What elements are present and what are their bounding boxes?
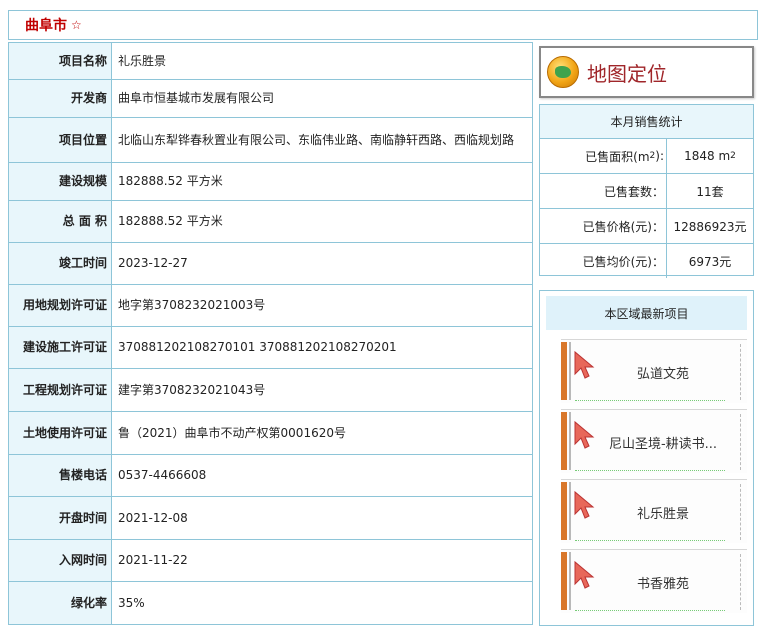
decor-edge — [740, 484, 747, 540]
row-value: 北临山东犁铧春秋置业有限公司、东临伟业路、南临静轩西路、西临规划路 — [111, 117, 533, 163]
monthly-sales-panel: 本月销售统计 已售面积(m 2): 1848 m2 已售套数： 11套 已售价格(… — [539, 104, 754, 278]
row-label: 用地规划许可证 — [8, 284, 112, 327]
city-title[interactable]: 曲阜市 — [25, 15, 67, 35]
row-value: 35% — [111, 581, 533, 625]
globe-icon — [547, 56, 579, 88]
sales-row-area: 已售面积(m 2): 1848 m2 — [540, 139, 753, 174]
row-value: 182888.52 平方米 — [111, 162, 533, 201]
decor-dots — [575, 398, 725, 401]
table-row: 入网时间 2021-11-22 — [8, 539, 533, 582]
latest-project-item[interactable]: 弘道文苑 — [561, 339, 747, 403]
decor-bar — [569, 342, 571, 400]
project-info-table: 项目名称 礼乐胜景 开发商 曲阜市恒基城市发展有限公司 项目位置 北临山东犁铧春… — [8, 42, 533, 625]
decor-edge — [740, 414, 747, 470]
latest-project-name: 尼山圣境-耕读书... — [608, 436, 718, 452]
row-value: 地字第3708232021003号 — [111, 284, 533, 327]
page-header: 曲阜市 ☆ — [8, 10, 758, 40]
row-label: 竣工时间 — [8, 242, 112, 285]
table-row: 开盘时间 2021-12-08 — [8, 496, 533, 540]
sales-title: 本月销售统计 — [540, 105, 753, 139]
row-value: 2021-11-22 — [111, 539, 533, 582]
latest-projects-title: 本区域最新项目 — [546, 296, 747, 330]
decor-bar — [569, 412, 571, 470]
decor-bar — [561, 342, 567, 400]
sales-row-count: 已售套数： 11套 — [540, 174, 753, 209]
sales-price-label: 已售价格(元)： — [540, 209, 667, 243]
table-row: 工程规划许可证 建字第3708232021043号 — [8, 368, 533, 412]
sales-row-price: 已售价格(元)： 12886923元 — [540, 209, 753, 244]
sales-area-label: 已售面积(m 2): — [540, 139, 667, 173]
row-label: 建设施工许可证 — [8, 326, 112, 369]
star-icon[interactable]: ☆ — [71, 18, 82, 32]
decor-edge — [740, 554, 747, 610]
table-row: 项目名称 礼乐胜景 — [8, 42, 533, 80]
row-label: 工程规划许可证 — [8, 368, 112, 412]
row-value: 2021-12-08 — [111, 496, 533, 540]
sales-count-value: 11套 — [696, 184, 724, 199]
decor-bar — [569, 552, 571, 610]
row-label: 开盘时间 — [8, 496, 112, 540]
latest-project-name: 弘道文苑 — [636, 366, 689, 382]
latest-project-name: 书香雅苑 — [636, 576, 689, 592]
latest-projects-panel: 本区域最新项目 弘道文苑 尼山圣境-耕读书... 礼乐胜景 书香雅苑 — [539, 290, 754, 626]
sales-avg-value: 6973元 — [688, 254, 732, 269]
table-row: 总 面 积 182888.52 平方米 — [8, 200, 533, 243]
table-row: 土地使用许可证 鲁（2021）曲阜市不动产权第0001620号 — [8, 411, 533, 455]
table-row: 建设施工许可证 370881202108270101 3708812021082… — [8, 326, 533, 369]
sales-avg-label: 已售均价(元)： — [540, 244, 667, 278]
decor-bar — [561, 552, 567, 610]
row-value: 建字第3708232021043号 — [111, 368, 533, 412]
latest-project-name: 礼乐胜景 — [636, 506, 689, 522]
latest-project-item[interactable]: 尼山圣境-耕读书... — [561, 409, 747, 473]
row-value: 鲁（2021）曲阜市不动产权第0001620号 — [111, 411, 533, 455]
decor-dots — [575, 538, 725, 541]
table-row: 竣工时间 2023-12-27 — [8, 242, 533, 285]
table-row: 建设规模 182888.52 平方米 — [8, 162, 533, 201]
row-value: 370881202108270101 370881202108270201 — [111, 326, 533, 369]
row-label: 绿化率 — [8, 581, 112, 625]
row-label: 土地使用许可证 — [8, 411, 112, 455]
map-button-label: 地图定位 — [587, 61, 667, 86]
row-label: 入网时间 — [8, 539, 112, 582]
table-row: 用地规划许可证 地字第3708232021003号 — [8, 284, 533, 327]
row-value: 2023-12-27 — [111, 242, 533, 285]
row-label: 项目位置 — [8, 117, 112, 163]
sales-area-value: 1848 m2 — [684, 149, 736, 163]
map-location-button[interactable]: 地图定位 — [539, 46, 754, 98]
row-label: 开发商 — [8, 79, 112, 118]
sales-price-value: 12886923元 — [673, 219, 747, 234]
row-label: 售楼电话 — [8, 454, 112, 497]
row-label: 项目名称 — [8, 42, 112, 80]
decor-dots — [575, 468, 725, 471]
row-value: 182888.52 平方米 — [111, 200, 533, 243]
table-row: 售楼电话 0537-4466608 — [8, 454, 533, 497]
decor-edge — [740, 344, 747, 400]
table-row: 项目位置 北临山东犁铧春秋置业有限公司、东临伟业路、南临静轩西路、西临规划路 — [8, 117, 533, 163]
decor-bar — [569, 482, 571, 540]
table-row: 绿化率 35% — [8, 581, 533, 625]
decor-bar — [561, 482, 567, 540]
decor-dots — [575, 608, 725, 611]
row-label: 建设规模 — [8, 162, 112, 201]
row-label: 总 面 积 — [8, 200, 112, 243]
latest-project-item[interactable]: 礼乐胜景 — [561, 479, 747, 543]
table-row: 开发商 曲阜市恒基城市发展有限公司 — [8, 79, 533, 118]
row-value: 0537-4466608 — [111, 454, 533, 497]
row-value: 礼乐胜景 — [111, 42, 533, 80]
latest-project-item[interactable]: 书香雅苑 — [561, 549, 747, 613]
sales-count-label: 已售套数： — [540, 174, 667, 208]
row-value: 曲阜市恒基城市发展有限公司 — [111, 79, 533, 118]
sales-row-avg: 已售均价(元)： 6973元 — [540, 244, 753, 278]
decor-bar — [561, 412, 567, 470]
